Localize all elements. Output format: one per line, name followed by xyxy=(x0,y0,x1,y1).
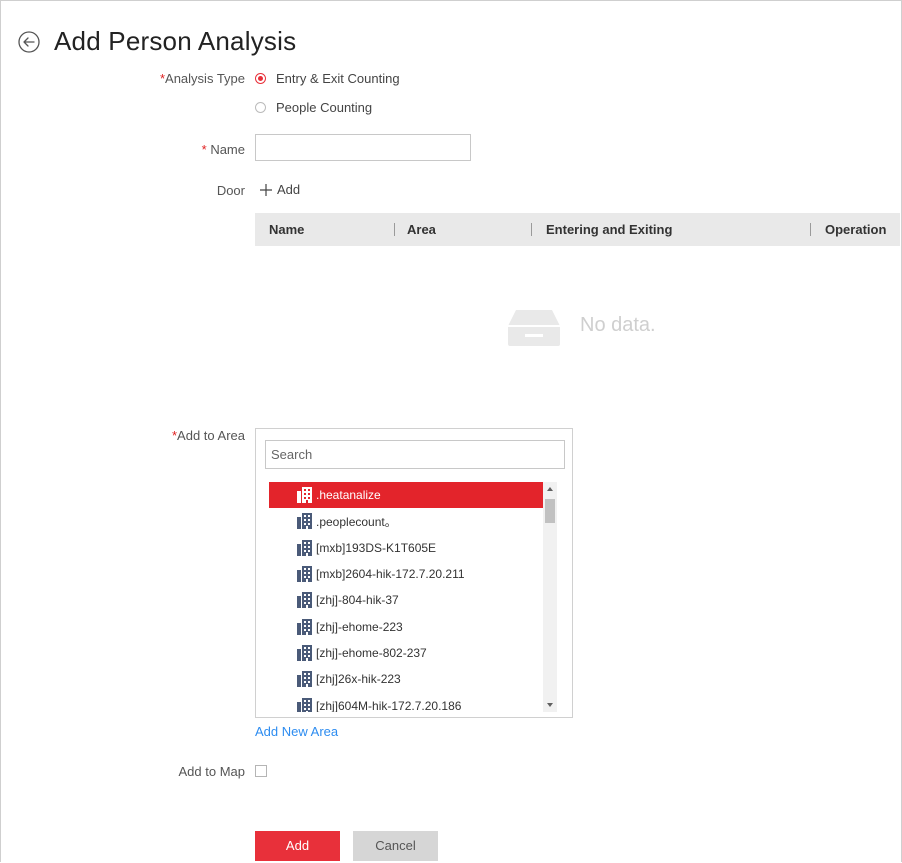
area-tree-item[interactable]: [zhj]-804-hik-37 xyxy=(269,587,543,613)
area-tree-item[interactable]: .peoplecount。 xyxy=(269,508,543,534)
area-item-label: [zhj]26x-hik-223 xyxy=(316,672,401,687)
area-tree-item[interactable]: [zhj]26x-hik-223 xyxy=(269,666,543,692)
radio-label: People Counting xyxy=(276,100,373,115)
scroll-down-icon[interactable] xyxy=(543,698,557,712)
add-to-area-label: *Add to Area xyxy=(171,428,245,443)
area-list-scrollbar[interactable] xyxy=(543,482,557,712)
area-tree-item[interactable]: [zhj]-ehome-223 xyxy=(269,613,543,639)
empty-box-icon xyxy=(508,310,560,346)
add-door-label: Add xyxy=(277,182,301,197)
plus-icon xyxy=(260,183,272,196)
area-item-label: [mxb]193DS-K1T605E xyxy=(316,540,437,555)
building-icon xyxy=(297,539,312,556)
page-title: Add Person Analysis xyxy=(54,26,297,56)
column-header-entering-exiting: Entering and Exiting xyxy=(546,222,673,237)
building-icon xyxy=(297,697,312,712)
analysis-type-label: *Analysis Type xyxy=(159,71,245,86)
building-icon xyxy=(297,592,312,609)
radio-checked-indicator xyxy=(255,73,266,84)
name-input[interactable] xyxy=(255,134,471,161)
add-door-button[interactable]: Add xyxy=(259,182,300,197)
name-label: * Name xyxy=(201,142,245,157)
radio-unchecked-indicator xyxy=(255,102,266,113)
area-selector-panel: .heatanalize .peoplecount。 [mxb]193DS-K1T6… xyxy=(255,428,573,718)
scroll-up-icon[interactable] xyxy=(543,482,557,496)
column-separator xyxy=(531,223,532,236)
area-item-label: [zhj]-ehome-223 xyxy=(316,619,403,634)
area-tree-item[interactable]: [zhj]-ehome-802-237 xyxy=(269,640,543,666)
area-item-label: [zhj]604M-hik-172.7.20.186 xyxy=(316,698,462,712)
radio-label: Entry & Exit Counting xyxy=(276,71,400,86)
building-icon xyxy=(297,566,312,583)
add-new-area-link[interactable]: Add New Area xyxy=(255,724,338,739)
area-item-label: .heatanalize xyxy=(316,488,381,503)
building-icon xyxy=(297,487,312,504)
building-icon xyxy=(297,618,312,635)
area-tree-list: .heatanalize .peoplecount。 [mxb]193DS-K1T6… xyxy=(269,482,543,712)
area-tree-item[interactable]: [mxb]2604-hik-172.7.20.211 xyxy=(269,561,543,587)
area-search-input[interactable] xyxy=(265,440,565,469)
door-label: Door xyxy=(216,183,245,198)
area-item-label: .peoplecount。 xyxy=(316,514,397,529)
add-to-map-checkbox[interactable] xyxy=(255,765,267,777)
area-tree-item[interactable]: [mxb]193DS-K1T605E xyxy=(269,535,543,561)
add-to-map-label: Add to Map xyxy=(178,764,246,779)
building-icon xyxy=(297,644,312,661)
area-item-label: [zhj]-ehome-802-237 xyxy=(316,645,427,660)
column-separator xyxy=(394,223,395,236)
column-header-area: Area xyxy=(407,222,436,237)
page-header: Add Person Analysis xyxy=(18,26,296,57)
column-separator xyxy=(810,223,811,236)
radio-people-counting[interactable]: People Counting xyxy=(255,100,372,115)
building-icon xyxy=(297,671,312,688)
area-tree-item[interactable]: [zhj]604M-hik-172.7.20.186 xyxy=(269,692,543,712)
building-icon xyxy=(297,513,312,530)
area-item-label: [mxb]2604-hik-172.7.20.211 xyxy=(316,567,465,582)
radio-entry-exit-counting[interactable]: Entry & Exit Counting xyxy=(255,71,400,86)
cancel-button[interactable]: Cancel xyxy=(353,831,438,861)
column-header-operation: Operation xyxy=(825,222,887,237)
back-arrow-icon[interactable] xyxy=(18,30,40,53)
empty-state-text: No data. xyxy=(580,314,656,336)
area-tree-item[interactable]: .heatanalize xyxy=(269,482,543,509)
column-header-name: Name xyxy=(269,222,305,237)
scrollbar-thumb[interactable] xyxy=(545,499,555,523)
area-item-label: [zhj]-804-hik-37 xyxy=(316,593,399,608)
add-button[interactable]: Add xyxy=(255,831,340,861)
door-table-header: Name Area Entering and Exiting Operation xyxy=(255,213,900,246)
